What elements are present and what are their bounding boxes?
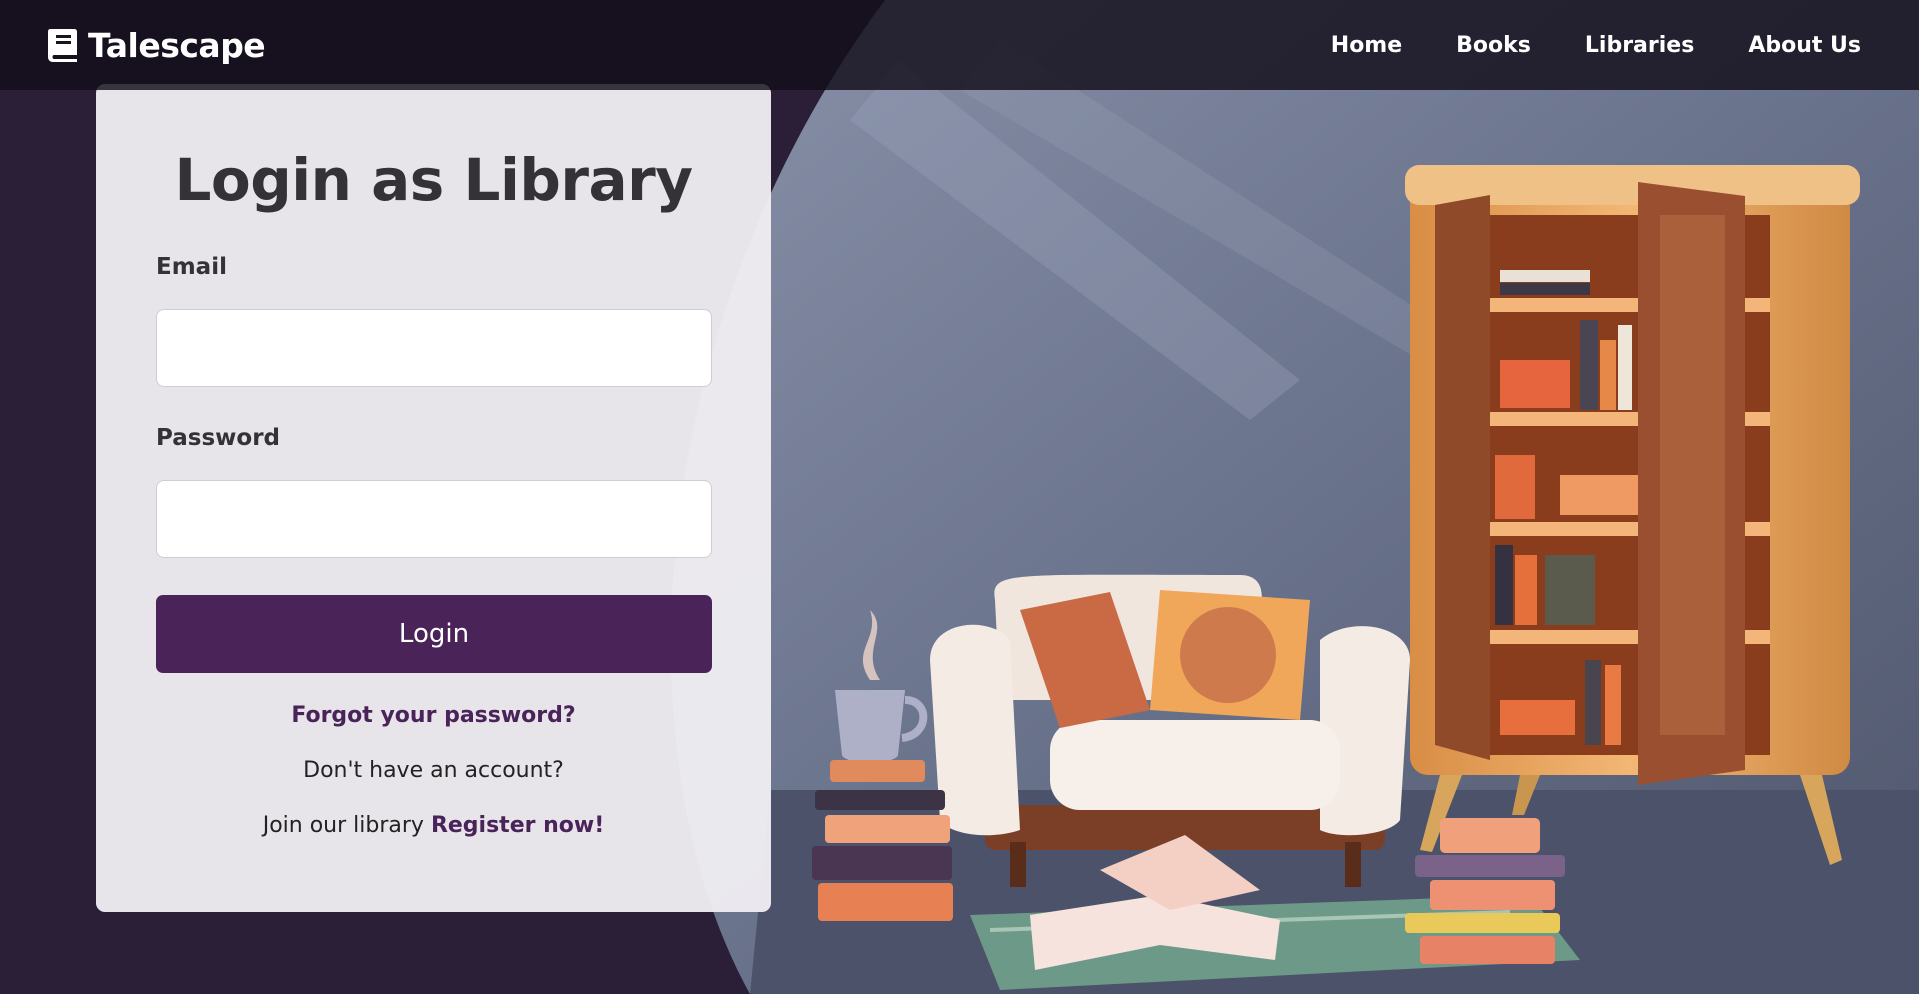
- join-text-label: Join our library: [262, 813, 431, 838]
- email-field[interactable]: [156, 309, 712, 387]
- nav-home-link[interactable]: Home: [1331, 33, 1402, 58]
- password-field[interactable]: [156, 480, 712, 558]
- login-card: Login as Library Email Password Login Fo…: [96, 84, 771, 912]
- join-text: Join our library Register now!: [156, 813, 711, 838]
- brand-name: Talescape: [88, 25, 266, 65]
- register-link[interactable]: Register now!: [431, 813, 604, 838]
- login-button[interactable]: Login: [156, 595, 712, 673]
- nav-about-link[interactable]: About Us: [1748, 33, 1861, 58]
- forgot-password-link[interactable]: Forgot your password?: [156, 703, 711, 728]
- top-navbar: Talescape Home Books Libraries About Us: [0, 0, 1919, 90]
- brand-logo-link[interactable]: Talescape: [46, 25, 266, 65]
- email-label: Email: [156, 254, 227, 280]
- no-account-text: Don't have an account?: [303, 758, 564, 783]
- nav-books-link[interactable]: Books: [1456, 33, 1531, 58]
- password-label: Password: [156, 425, 280, 451]
- nav-libraries-link[interactable]: Libraries: [1585, 33, 1694, 58]
- main-nav: Home Books Libraries About Us: [1331, 33, 1861, 58]
- page-title: Login as Library: [174, 146, 693, 214]
- book-icon: [46, 27, 80, 63]
